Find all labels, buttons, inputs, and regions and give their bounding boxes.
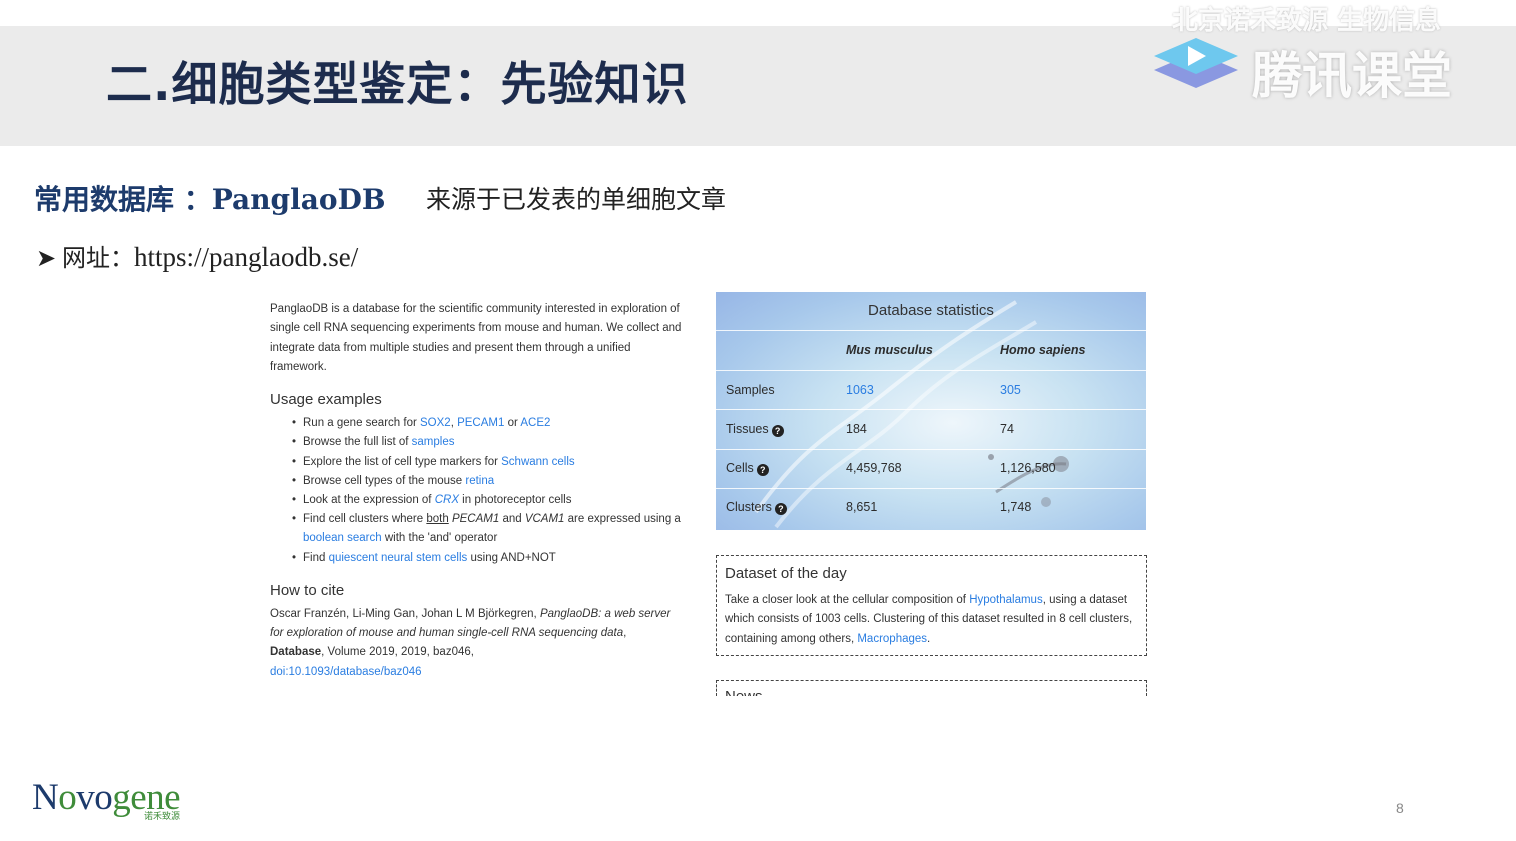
- logo-cn: 诺禾致源: [144, 812, 181, 822]
- macrophages-link[interactable]: Macrophages: [857, 633, 927, 645]
- help-icon[interactable]: ?: [756, 464, 769, 476]
- news-heading: News: [725, 688, 763, 696]
- row-label-samples: Samples: [726, 383, 775, 397]
- list-item: Find cell clusters where both PECAM1 and…: [292, 510, 682, 548]
- dotd-heading: Dataset of the day: [725, 565, 847, 582]
- cite-heading: How to cite: [270, 581, 345, 599]
- intro-text: PanglaoDB is a database for the scientif…: [270, 303, 682, 373]
- col-header-human: Homo sapiens: [1000, 343, 1086, 357]
- quiescent-nsc-link[interactable]: quiescent neural stem cells: [329, 552, 468, 564]
- row-label-cells: Cells?: [726, 461, 769, 476]
- divider: [716, 370, 1146, 371]
- url-link[interactable]: https://panglaodb.se/: [134, 242, 358, 272]
- list-item: Run a gene search for SOX2, PECAM1 or AC…: [292, 414, 682, 433]
- retina-link[interactable]: retina: [465, 475, 494, 487]
- list-text: Browse cell types of the mouse: [303, 474, 466, 487]
- watermark-brand: 腾讯课堂: [1252, 47, 1452, 105]
- both-text: both: [426, 513, 449, 526]
- arrow-bullet-icon: ➤: [36, 244, 57, 272]
- col-header-mouse: Mus musculus: [846, 343, 933, 357]
- novogene-logo: Novogene 诺禾致源: [32, 776, 202, 826]
- dna-helix-icon: [754, 300, 1069, 529]
- subheading: 常用数据库 ：PanglaoDB: [34, 178, 386, 218]
- row-label-text: Tissues: [726, 422, 769, 436]
- dotd-body: Take a closer look at the cellular compo…: [725, 591, 1139, 649]
- samples-link[interactable]: samples: [412, 436, 455, 448]
- list-item: Browse cell types of the mouse retina: [292, 472, 682, 491]
- list-text: Find cell clusters where: [303, 513, 427, 526]
- tissues-human: 74: [1000, 422, 1014, 436]
- gene-name: PECAM1: [451, 513, 500, 526]
- row-label-tissues: Tissues?: [726, 422, 784, 437]
- cite-journal: Database: [270, 646, 322, 659]
- list-text: with the 'and' operator: [381, 532, 498, 545]
- subheading-db: PanglaoDB: [211, 183, 386, 216]
- citation: Oscar Franzén, Li-Ming Gan, Johan L M Bj…: [270, 605, 682, 682]
- list-item: Look at the expression of CRX in photore…: [292, 491, 682, 510]
- samples-mouse-link[interactable]: 1063: [846, 383, 874, 397]
- row-label-clusters: Clusters?: [726, 500, 787, 515]
- crx-link[interactable]: CRX: [435, 494, 459, 506]
- ace2-link[interactable]: ACE2: [520, 417, 550, 429]
- clusters-human: 1,748: [1000, 500, 1032, 514]
- list-item: Find quiescent neural stem cells using A…: [292, 549, 682, 568]
- url-label: 网址：: [62, 244, 134, 272]
- list-item: Browse the full list of samples: [292, 433, 682, 452]
- news-panel: News: [716, 680, 1147, 696]
- help-icon[interactable]: ?: [771, 425, 784, 437]
- logo-letter: N: [32, 777, 59, 818]
- hypothalamus-link[interactable]: Hypothalamus: [969, 594, 1043, 606]
- cite-comma: ,: [623, 627, 627, 640]
- help-icon[interactable]: ?: [774, 503, 787, 515]
- subheading-prefix: 常用数据库 ：: [34, 183, 212, 216]
- doi-link[interactable]: doi:10.1093/database/baz046: [270, 666, 422, 678]
- list-text: in photoreceptor cells: [458, 494, 572, 506]
- list-text: or: [504, 417, 521, 430]
- list-text: Run a gene search for: [303, 417, 420, 430]
- list-text: are expressed using a: [564, 513, 681, 526]
- dotd-text: .: [927, 632, 931, 645]
- usage-list: Run a gene search for SOX2, PECAM1 or AC…: [270, 414, 682, 568]
- panglao-left-column: PanglaoDB is a database for the scientif…: [270, 300, 682, 682]
- pecam1-link[interactable]: PECAM1: [457, 417, 504, 429]
- logo-letter: vo: [76, 777, 113, 818]
- database-statistics-panel: Database statistics Mus musculus Homo sa…: [716, 292, 1146, 530]
- url-line: ➤ 网址：https://panglaodb.se/: [36, 238, 358, 273]
- list-text: Look at the expression of: [303, 494, 435, 506]
- gene-name: VCAM1: [524, 513, 565, 526]
- list-text: Explore the list of cell type markers fo…: [303, 455, 502, 468]
- divider: [716, 449, 1146, 450]
- list-text: and: [499, 513, 525, 526]
- dataset-of-the-day: Dataset of the day Take a closer look at…: [716, 555, 1147, 656]
- usage-heading: Usage examples: [270, 391, 382, 409]
- list-item: Explore the list of cell type markers fo…: [292, 453, 682, 472]
- cite-details: , Volume 2019, 2019, baz046,: [321, 646, 474, 659]
- stats-title: Database statistics: [868, 302, 994, 319]
- divider: [716, 409, 1146, 410]
- slide-title: 二.细胞类型鉴定：先验知识: [106, 57, 689, 111]
- row-label-text: Cells: [726, 461, 754, 475]
- source-note: 来源于已发表的单细胞文章: [426, 185, 727, 214]
- list-text: using AND+NOT: [467, 551, 556, 564]
- cite-authors: Oscar Franzén, Li-Ming Gan, Johan L M Bj…: [270, 607, 540, 620]
- divider: [716, 488, 1146, 489]
- tissues-mouse: 184: [846, 422, 867, 436]
- boolean-search-link[interactable]: boolean search: [303, 532, 382, 544]
- cells-mouse: 4,459,768: [846, 461, 902, 475]
- page-number: 8: [1396, 800, 1404, 816]
- list-text: Find: [303, 551, 329, 564]
- schwann-cells-link[interactable]: Schwann cells: [501, 456, 575, 468]
- list-text: Browse the full list of: [303, 436, 412, 449]
- sox2-link[interactable]: SOX2: [420, 417, 451, 429]
- dotd-text: Take a closer look at the cellular compo…: [725, 594, 970, 606]
- play-icon: [1154, 38, 1238, 88]
- cells-human: 1,126,580: [1000, 461, 1056, 475]
- samples-human-link[interactable]: 305: [1000, 383, 1021, 397]
- row-label-text: Clusters: [726, 500, 772, 514]
- divider: [716, 330, 1146, 331]
- logo-letter: o: [58, 777, 77, 818]
- clusters-mouse: 8,651: [846, 500, 878, 514]
